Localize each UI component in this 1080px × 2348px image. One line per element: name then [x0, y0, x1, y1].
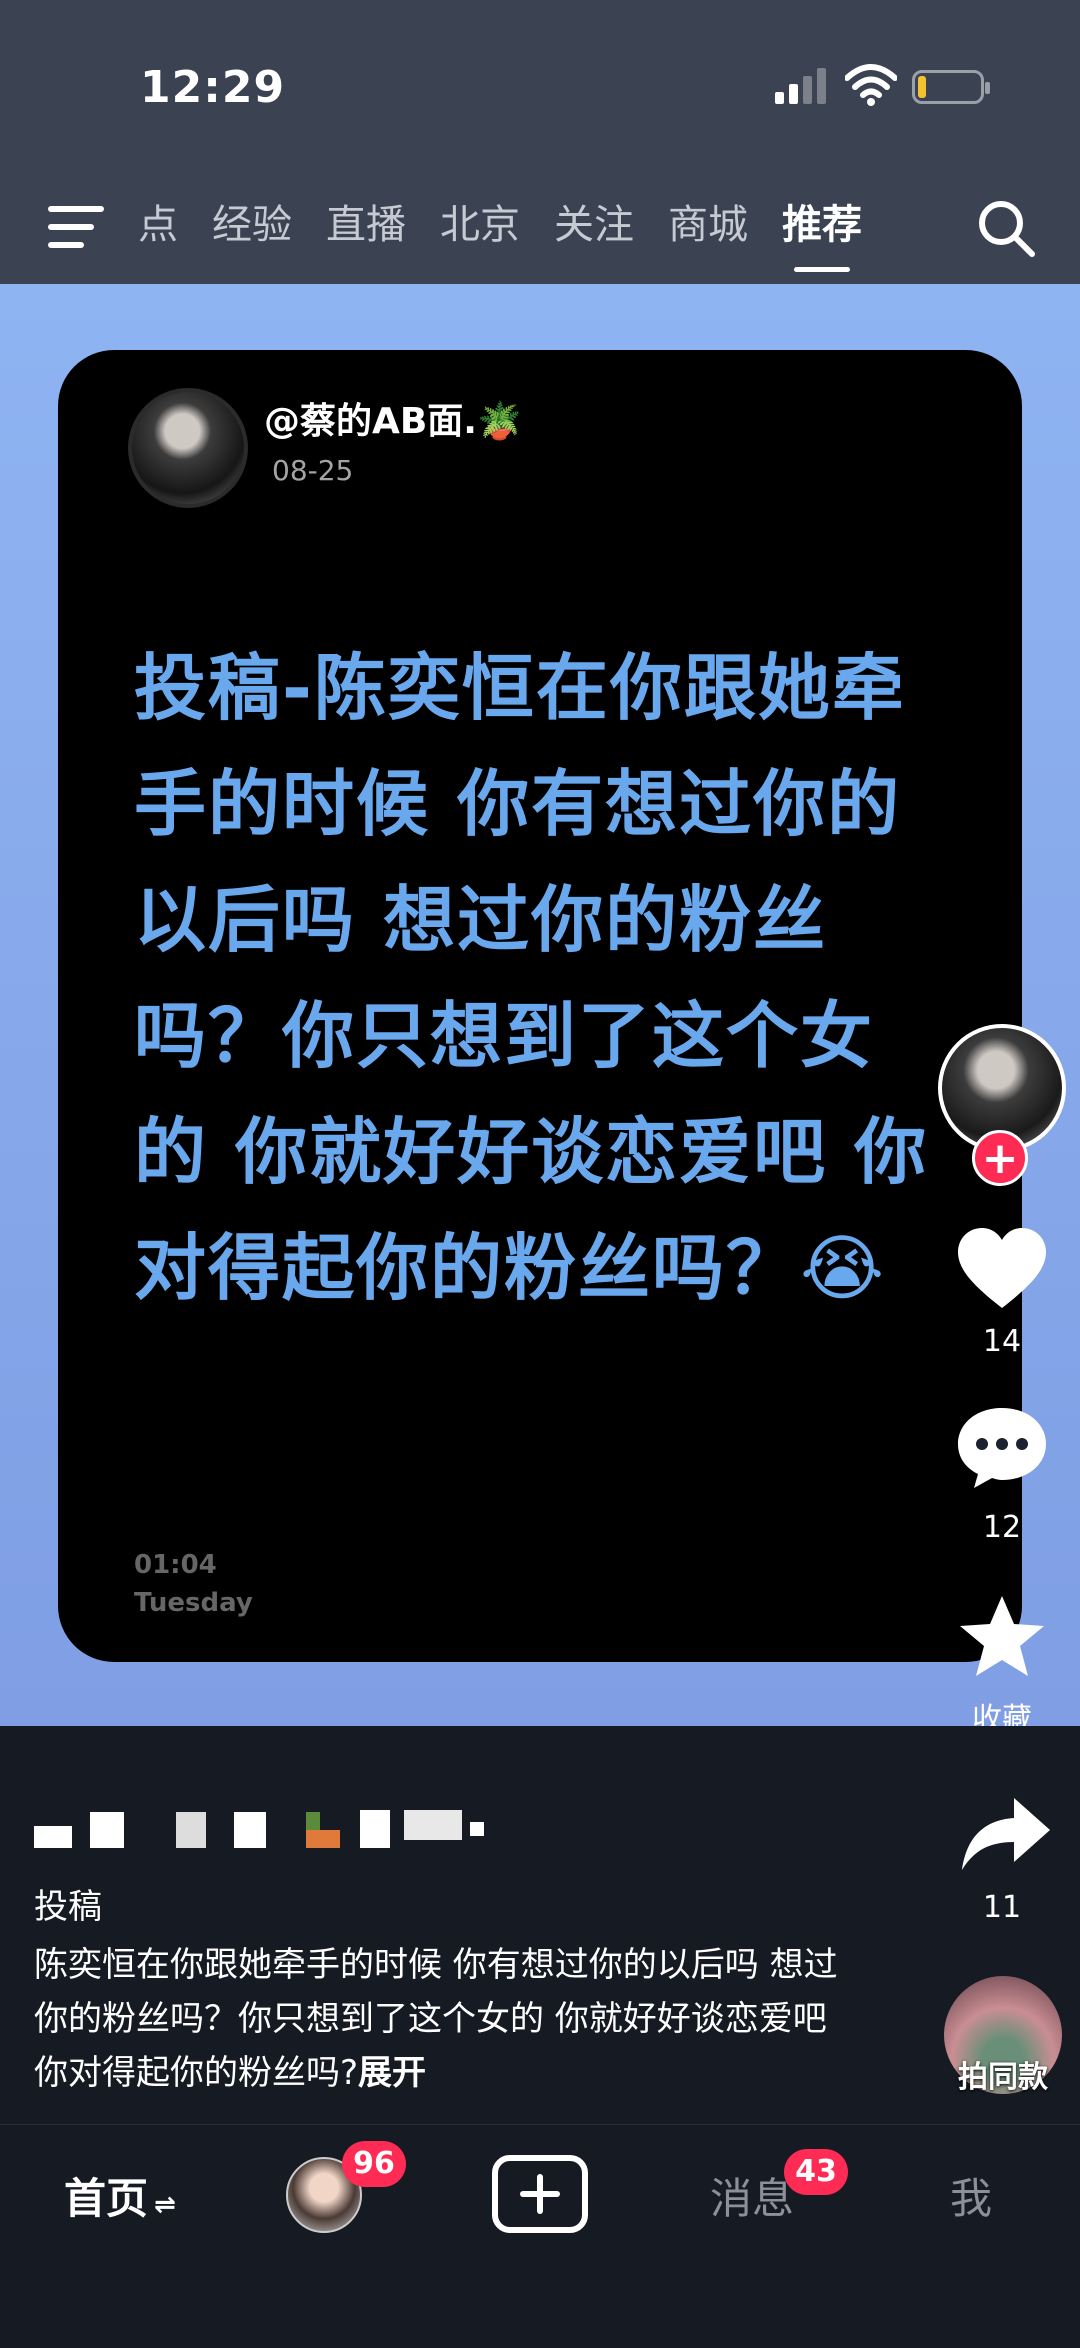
- tab-live[interactable]: 直播: [326, 198, 406, 252]
- caption-body: 陈奕恒在你跟她牵手的时候 你有想过你的以后吗 想过你的粉丝吗？你只想到了这个女的…: [34, 1938, 864, 2100]
- post-clock: 01:04 Tuesday: [134, 1546, 253, 1622]
- nav-me[interactable]: 我: [950, 2169, 992, 2229]
- post-author-name: @蔡的AB面.🪴: [264, 401, 522, 442]
- status-bar: 12:29: [0, 0, 1080, 180]
- like-count: 14: [982, 1324, 1022, 1359]
- caption-text: 陈奕恒在你跟她牵手的时候 你有想过你的以后吗 想过你的粉丝吗？你只想到了这个女的…: [34, 1945, 838, 2093]
- tab-beijing[interactable]: 北京: [440, 198, 520, 252]
- post-text: 投稿-陈奕恒在你跟她牵手的时候 你有想过你的以后吗 想过你的粉丝吗？你只想到了这…: [134, 646, 929, 1310]
- share-arrow-icon[interactable]: [958, 1790, 1054, 1880]
- tab-experience[interactable]: 经验: [212, 198, 292, 252]
- comment-icon[interactable]: [954, 1402, 1050, 1492]
- pixelated-username: [34, 1810, 494, 1848]
- tab-recommended[interactable]: 推荐: [782, 198, 862, 272]
- favorite-star-icon[interactable]: [954, 1592, 1050, 1682]
- battery-icon: [912, 70, 990, 104]
- swap-arrows-icon: ⇌: [154, 2190, 176, 2220]
- expand-link[interactable]: 展开: [358, 2053, 426, 2093]
- friends-badge: 96: [342, 2141, 406, 2187]
- follow-button[interactable]: +: [972, 1130, 1028, 1186]
- like-heart-icon[interactable]: [954, 1224, 1050, 1314]
- tab-mall[interactable]: 商城: [668, 198, 748, 252]
- caption-area: 投稿 陈奕恒在你跟她牵手的时候 你有想过你的以后吗 想过你的粉丝吗？你只想到了这…: [0, 1726, 1080, 2124]
- wifi-icon: [845, 64, 897, 106]
- channel-tabs: 点 经验 直播 北京 关注 商城 推荐: [138, 198, 862, 272]
- tab-following[interactable]: 关注: [554, 198, 634, 252]
- cellular-signal-icon: [775, 68, 826, 104]
- messages-badge: 43: [784, 2149, 848, 2195]
- same-style-label[interactable]: 拍同款: [938, 2052, 1068, 2096]
- video-content[interactable]: @蔡的AB面.🪴 08-25 投稿-陈奕恒在你跟她牵手的时候 你有想过你的以后吗…: [0, 284, 1080, 1726]
- post-date: 08-25: [272, 454, 354, 487]
- tab-dian[interactable]: 点: [138, 198, 178, 252]
- nav-messages[interactable]: 消息: [710, 2169, 794, 2229]
- top-nav: 点 经验 直播 北京 关注 商城 推荐: [0, 180, 1080, 284]
- menu-icon[interactable]: [48, 202, 104, 252]
- post-author-avatar: [128, 388, 248, 508]
- comment-count: 12: [982, 1510, 1022, 1545]
- caption-title: 投稿: [34, 1887, 102, 1927]
- nav-home-label: 首页: [64, 2174, 149, 2223]
- post-card-image: @蔡的AB面.🪴 08-25 投稿-陈奕恒在你跟她牵手的时候 你有想过你的以后吗…: [58, 350, 1022, 1662]
- nav-home[interactable]: 首页 ⇌: [64, 2169, 176, 2235]
- status-time: 12:29: [140, 62, 286, 113]
- post-clock-time: 01:04: [134, 1550, 217, 1580]
- search-icon[interactable]: [976, 198, 1036, 258]
- create-post-button[interactable]: [492, 2155, 588, 2233]
- post-clock-day: Tuesday: [134, 1588, 253, 1618]
- share-count: 11: [982, 1890, 1022, 1925]
- bottom-nav: 首页 ⇌ 96 消息 43 我: [0, 2124, 1080, 2348]
